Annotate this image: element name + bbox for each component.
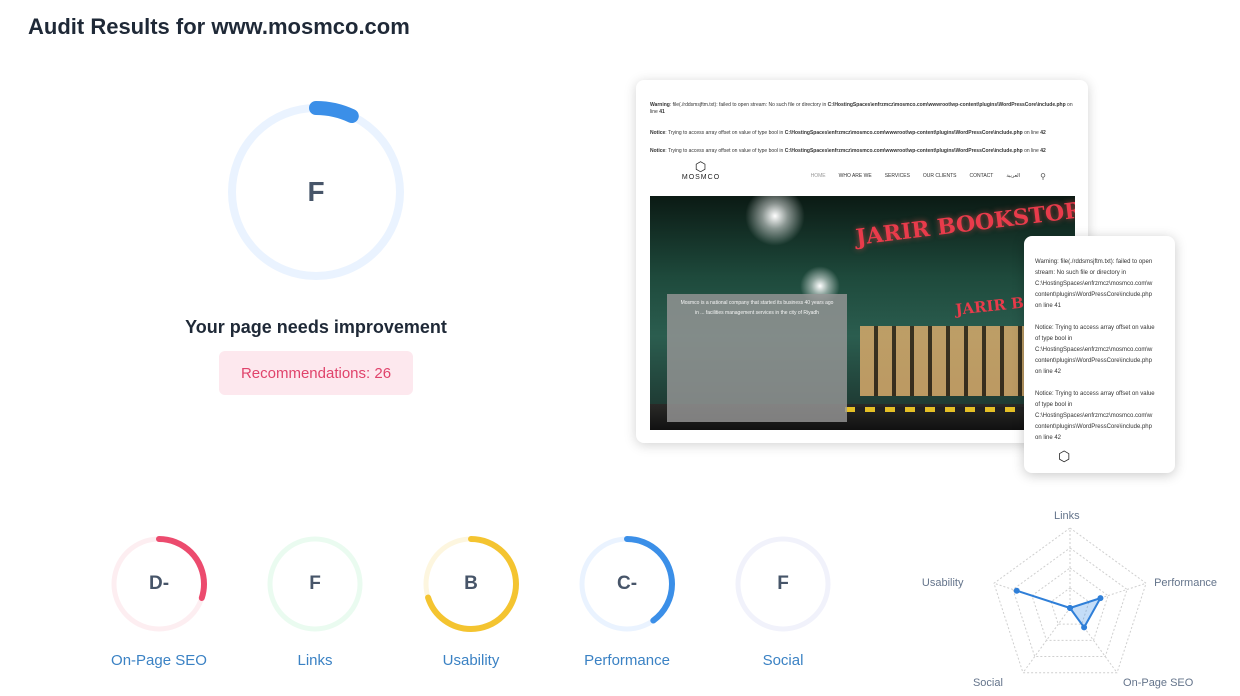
radar-point <box>1097 595 1104 602</box>
recommendations-badge[interactable]: Recommendations: 26 <box>219 351 413 395</box>
mobile-preview: Warning: file(./rddsmsjftm.txt): failed … <box>1024 236 1175 473</box>
nav-item: SERVICES <box>884 173 910 179</box>
mobile-warning-line: Notice: Trying to access array offset on… <box>1035 325 1155 331</box>
nav-item: OUR CLIENTS <box>922 173 957 179</box>
page-title: Audit Results for www.mosmco.com <box>28 14 410 39</box>
nav-item: WHO ARE WE <box>838 173 872 179</box>
notice-line: Notice: Trying to access array offset on… <box>650 148 1046 154</box>
category-ring-on-page-seo: D- <box>109 534 209 634</box>
category-grade: F <box>309 573 321 594</box>
hero-image: JARIR BOOKSTORE JARIR BOOKSTORE Mosmco i… <box>650 196 1075 430</box>
overall-grade-ring: F <box>224 100 408 284</box>
mobile-warning-line: content\plugins\WordPressCore\include.ph… <box>1035 292 1152 298</box>
hero-text-overlay: Mosmco is a national company that starte… <box>667 294 847 422</box>
storefront-windows <box>860 326 1030 396</box>
category-label[interactable]: On-Page SEO <box>89 652 229 669</box>
mobile-warning-line: Warning: file(./rddsmsjftm.txt): failed … <box>1035 259 1153 265</box>
mobile-warning-line: C:\HostingSpaces\enfrzmcz\mosmco.com\w <box>1035 347 1153 353</box>
category-grade: C- <box>616 573 638 594</box>
desktop-preview: Warning: file(./rddsmsjftm.txt): failed … <box>636 80 1088 443</box>
cube-logo-icon: ⬡ <box>1058 448 1071 464</box>
mobile-warning-line: on line 42 <box>1035 435 1062 441</box>
radar-point <box>1081 624 1088 631</box>
site-nav: HOME WHO ARE WE SERVICES OUR CLIENTS CON… <box>811 173 1020 179</box>
category-grade: F <box>777 573 789 594</box>
category-ring-links: F <box>265 534 365 634</box>
nav-item: العربية <box>1006 173 1020 179</box>
category-ring-performance: C- <box>577 534 677 634</box>
radar-axis-label: Usability <box>921 577 964 590</box>
notice-line: Notice: Trying to access array offset on… <box>650 130 1046 136</box>
nav-item: HOME <box>810 173 826 179</box>
mobile-warning-line: of type bool in <box>1035 336 1073 342</box>
radar-point <box>1067 605 1073 611</box>
category-label[interactable]: Links <box>245 652 385 669</box>
site-logo: ⬡ MOSMCO <box>681 159 721 182</box>
category-grade: D- <box>148 573 170 594</box>
mobile-warning-line: C:\HostingSpaces\enfrzmcz\mosmco.com\w <box>1035 281 1153 287</box>
warning-line: Warning: file(./rddsmsjftm.txt): failed … <box>650 102 1073 115</box>
category-ring-social: F <box>733 534 833 634</box>
search-icon: ⚲ <box>1040 172 1046 181</box>
radar-axis-label: On-Page SEO <box>1123 676 1194 689</box>
radar-axis-label: Performance <box>1154 577 1218 590</box>
category-label[interactable]: Usability <box>401 652 541 669</box>
radar-series-area <box>1016 589 1103 630</box>
mobile-warning-line: Notice: Trying to access array offset on… <box>1035 391 1155 397</box>
mobile-warning-line: of type bool in <box>1035 402 1073 408</box>
radar-axis-label: Links <box>1054 510 1080 522</box>
radar-axis-label: Social <box>972 676 1003 689</box>
summary-text: Your page needs improvement <box>185 317 447 337</box>
cube-logo-icon: ⬡ <box>694 159 708 174</box>
mobile-warning-line: C:\HostingSpaces\enfrzmcz\mosmco.com\w <box>1035 413 1153 419</box>
lamp-glow <box>745 196 805 246</box>
radar-chart: Links Performance On-Page SEO Social Usabili… <box>922 500 1230 690</box>
nav-item: CONTACT <box>969 173 994 179</box>
category-grade: B <box>464 573 478 594</box>
category-label[interactable]: Performance <box>557 652 697 669</box>
site-logo-text: MOSMCO <box>681 174 721 181</box>
mobile-warning-line: on line 42 <box>1035 369 1062 375</box>
category-label[interactable]: Social <box>713 652 853 669</box>
overall-grade: F <box>307 176 325 207</box>
mobile-warning-line: stream: No such file or directory in <box>1035 270 1127 276</box>
category-ring-usability: B <box>421 534 521 634</box>
radar-point <box>1013 587 1020 594</box>
mobile-warning-line: content\plugins\WordPressCore\include.ph… <box>1035 358 1152 364</box>
radar-grid-ring <box>993 527 1147 674</box>
mobile-warning-line: content\plugins\WordPressCore\include.ph… <box>1035 424 1152 430</box>
mobile-warning-line: on line 41 <box>1035 303 1062 309</box>
